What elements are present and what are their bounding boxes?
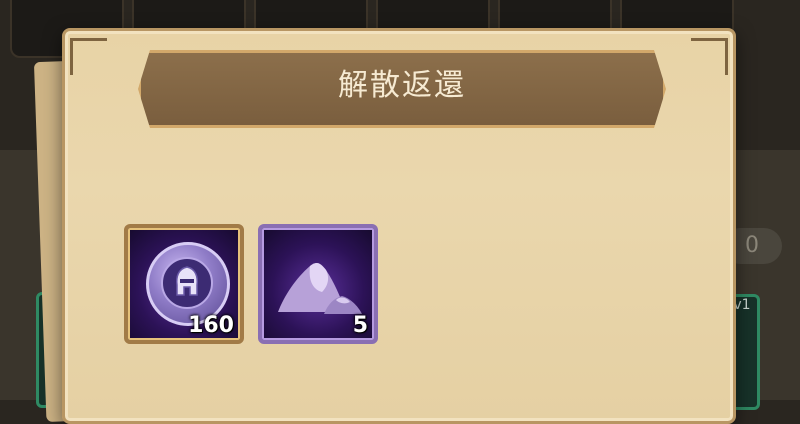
corner-ornament-icon — [70, 38, 107, 75]
dust-pile-icon — [278, 262, 362, 314]
corner-ornament-icon — [691, 38, 728, 75]
reward-item-hero-token[interactable]: 160 — [124, 224, 244, 344]
item-quantity: 5 — [352, 313, 368, 338]
dialog-title: 解散返還 — [338, 68, 466, 103]
item-quantity: 160 — [188, 313, 234, 338]
reward-item-purple-dust[interactable]: 5 — [258, 224, 378, 344]
